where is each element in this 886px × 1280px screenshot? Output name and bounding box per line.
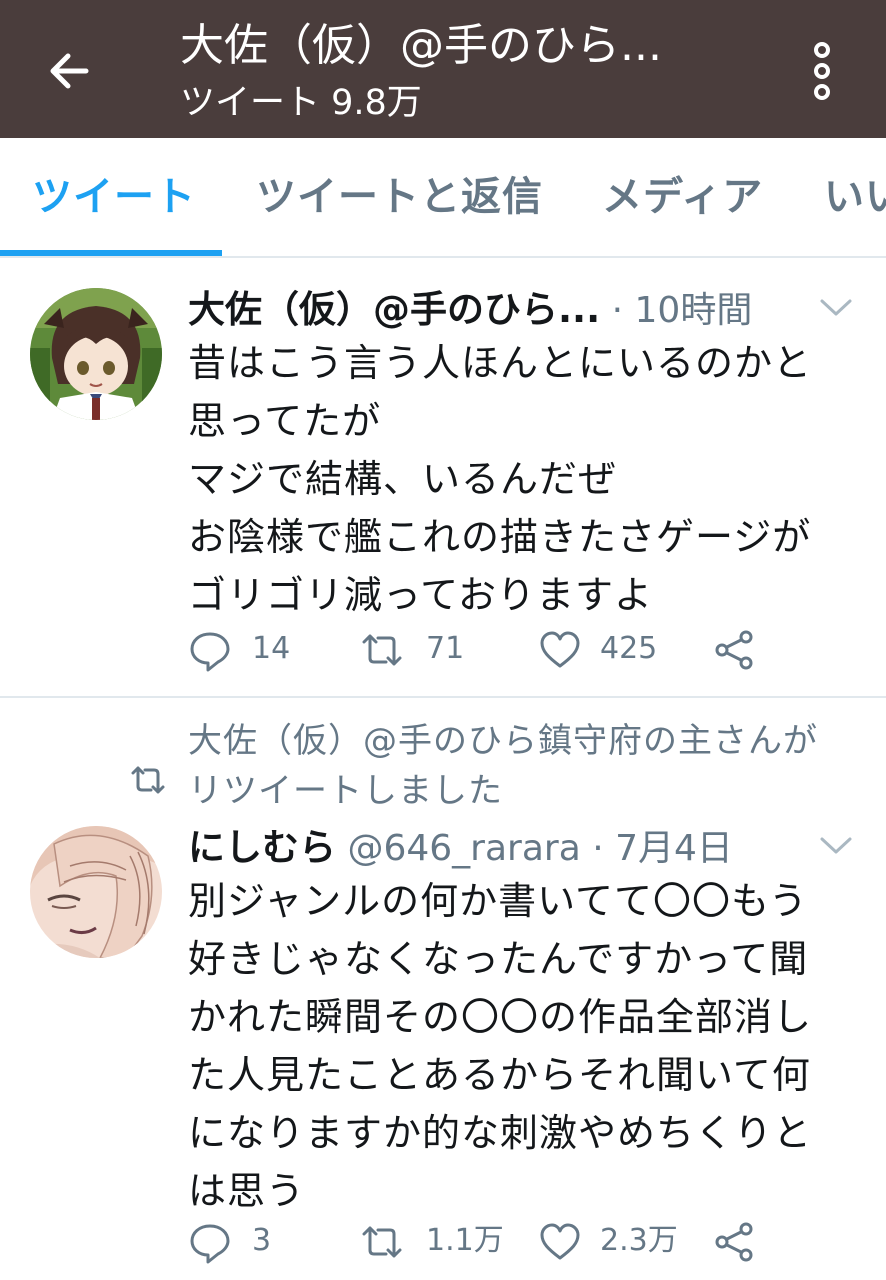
- avatar[interactable]: [30, 826, 162, 958]
- retweet-context-line: 大佐（仮）@手のひら鎮守府の主さんが: [188, 721, 818, 761]
- tweet-header: 大佐（仮）@手のひら... · 10時間: [188, 280, 828, 340]
- tweet[interactable]: 大佐（仮）@手のひら... · 10時間 昔はこう言う人ほんとにいるのかと 思っ…: [0, 258, 886, 698]
- display-name[interactable]: 大佐（仮）@手のひら...: [188, 288, 600, 331]
- anime-avatar-image: [30, 288, 162, 420]
- heart-icon: [538, 1220, 582, 1264]
- vertical-ellipsis-icon: [814, 42, 830, 100]
- tweet-text-line: た人見たことあるからそれ聞いて何: [188, 1053, 811, 1097]
- retweet-button[interactable]: 71: [360, 624, 500, 674]
- tweet-actions: 14 71 425: [188, 624, 868, 674]
- tweet-text-line: かれた瞬間その〇〇の作品全部消し: [188, 995, 813, 1039]
- timestamp[interactable]: · 7月4日: [592, 828, 733, 869]
- tweet-menu-button[interactable]: [816, 830, 856, 860]
- reply-icon: [188, 1220, 232, 1264]
- tweet-text-line: 昔はこう言う人ほんとにいるのかと: [188, 341, 813, 385]
- tweet-text-line: お陰様で艦これの描きたさゲージが: [188, 515, 812, 559]
- reply-count: 14: [252, 631, 291, 666]
- profile-title: 大佐（仮）@手のひら...: [180, 20, 662, 71]
- chevron-down-icon: [820, 299, 852, 316]
- retweet-icon: [360, 628, 404, 672]
- reply-button[interactable]: 3: [188, 1216, 308, 1266]
- tweet-text-line: 好きじゃなくなったんですかって聞: [188, 937, 809, 981]
- tweet-header: にしむら @646_rarara · 7月4日: [188, 818, 828, 878]
- tweet-count: ツイート 9.8万: [180, 83, 422, 123]
- reply-button[interactable]: 14: [188, 624, 308, 674]
- like-button[interactable]: 2.3万: [538, 1216, 688, 1266]
- retweet-small-icon: [130, 762, 166, 798]
- handle[interactable]: @646_rarara: [347, 828, 580, 869]
- back-button[interactable]: [38, 40, 100, 102]
- reply-icon: [188, 628, 232, 672]
- like-button[interactable]: 425: [538, 624, 678, 674]
- share-icon: [712, 1220, 756, 1264]
- display-name[interactable]: にしむら: [188, 826, 336, 869]
- app-header: 大佐（仮）@手のひら... ツイート 9.8万: [0, 0, 886, 138]
- retweet-icon: [360, 1220, 404, 1264]
- retweet-count: 71: [426, 631, 465, 666]
- tweet[interactable]: 大佐（仮）@手のひら鎮守府の主さんが リツイートしました にしむら @646_r…: [0, 698, 886, 1280]
- more-options-button[interactable]: [800, 38, 844, 104]
- timestamp[interactable]: · 10時間: [612, 290, 753, 331]
- retweet-count: 1.1万: [426, 1223, 504, 1258]
- retweet-context-text[interactable]: 大佐（仮）@手のひら鎮守府の主さんが リツイートしました: [188, 716, 868, 816]
- tweet-actions: 3 1.1万 2.3万: [188, 1216, 868, 1266]
- tweet-text-line: は思う: [188, 1169, 306, 1213]
- tweet-text-line: 別ジャンルの何か書いてて〇〇もう: [188, 879, 808, 923]
- like-count: 425: [600, 631, 658, 666]
- retweet-button[interactable]: 1.1万: [360, 1216, 510, 1266]
- chevron-down-icon: [820, 837, 852, 854]
- reply-count: 3: [252, 1223, 272, 1258]
- tab-tweets[interactable]: ツイート: [32, 138, 196, 256]
- tab-likes[interactable]: いい: [824, 138, 886, 256]
- avatar[interactable]: [30, 288, 162, 420]
- tab-media[interactable]: メディア: [602, 138, 763, 256]
- share-button[interactable]: [712, 624, 762, 674]
- profile-tabs: ツイート ツイートと返信 メディア いい: [0, 138, 886, 258]
- active-tab-indicator: [0, 250, 222, 256]
- retweet-context-line: リツイートしました: [188, 771, 503, 811]
- illustrated-avatar-image: [30, 826, 162, 958]
- share-icon: [712, 628, 756, 672]
- tweet-text-line: マジで結構、いるんだぜ: [188, 457, 618, 501]
- tab-tweets-and-replies[interactable]: ツイートと返信: [256, 138, 543, 256]
- tweet-text: 別ジャンルの何か書いてて〇〇もう 好きじゃなくなったんですかって聞 かれた瞬間そ…: [188, 872, 868, 1220]
- arrow-left-icon: [50, 53, 89, 89]
- tweet-menu-button[interactable]: [816, 292, 856, 322]
- tweet-text-line: 思ってたが: [188, 399, 382, 443]
- tweet-text-line: ゴリゴリ減っておりますよ: [188, 573, 653, 617]
- heart-icon: [538, 628, 582, 672]
- retweet-context: 大佐（仮）@手のひら鎮守府の主さんが リツイートしました: [0, 716, 886, 826]
- tweet-text: 昔はこう言う人ほんとにいるのかと 思ってたが マジで結構、いるんだぜ お陰様で艦…: [188, 334, 868, 624]
- share-button[interactable]: [712, 1216, 762, 1266]
- like-count: 2.3万: [600, 1223, 678, 1258]
- tweet-text-line: になりますか的な刺激やめちくりと: [188, 1111, 813, 1155]
